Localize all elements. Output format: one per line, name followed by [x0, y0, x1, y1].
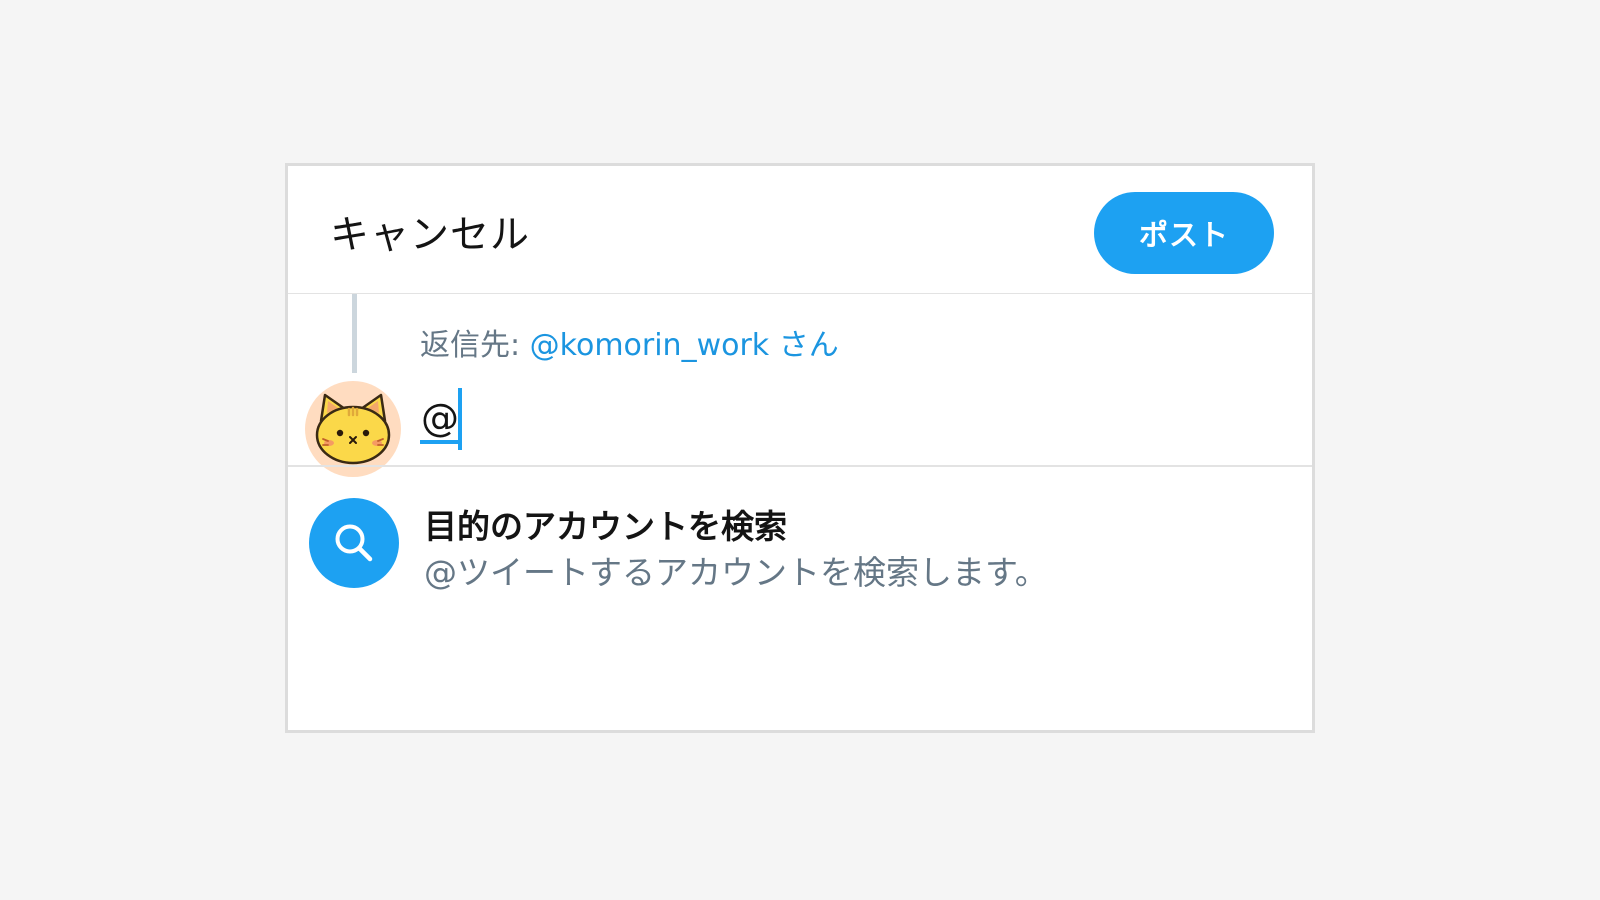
reply-to-mention-link[interactable]: @komorin_work: [530, 328, 770, 363]
text-caret: [458, 388, 462, 450]
post-button[interactable]: ポスト: [1094, 192, 1274, 274]
suggestion-subtitle: @ツイートするアカウントを検索します。: [424, 553, 1048, 592]
cancel-button[interactable]: キャンセル: [330, 204, 530, 260]
avatar[interactable]: [305, 381, 401, 477]
cat-avatar-icon: [315, 393, 391, 465]
tweet-compose-input[interactable]: @: [420, 388, 1280, 458]
reply-to-line: 返信先: @komorin_work さん: [420, 320, 839, 364]
search-account-suggestion[interactable]: 目的のアカウントを検索 @ツイートするアカウントを検索します。: [288, 466, 1312, 606]
suggestion-title: 目的のアカウントを検索: [424, 507, 787, 546]
compose-header: キャンセル ポスト: [288, 166, 1312, 294]
thread-connector-line: [352, 294, 357, 373]
reply-compose-panel: キャンセル ポスト 返信先: @komorin_work さん @ 目的のアカウ…: [285, 163, 1315, 733]
reply-to-prefix: 返信先:: [420, 328, 521, 363]
search-icon: [335, 524, 373, 562]
search-button-circle: [309, 498, 399, 588]
reply-to-suffix: さん: [778, 328, 839, 363]
compose-text: @: [420, 396, 460, 444]
